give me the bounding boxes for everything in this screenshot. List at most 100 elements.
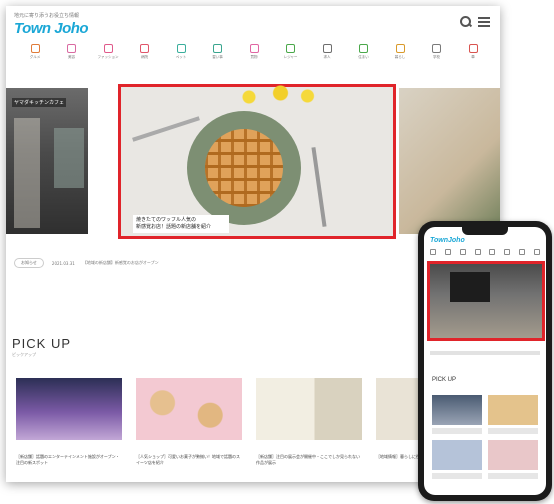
hand-icon: [395, 44, 405, 53]
category-icon[interactable]: [489, 249, 496, 255]
card-image: [432, 440, 482, 470]
mobile-pickup-title: PICK UP: [432, 377, 457, 383]
carousel-slide-right[interactable]: [399, 88, 500, 234]
pickup-card[interactable]: ［新店舗］注目の展示会が開催中・ここでしか見られない作品が展示: [256, 378, 362, 466]
category-item[interactable]: レジャー: [280, 44, 302, 60]
category-label: 買物: [250, 55, 258, 59]
slide-image-knife: [132, 116, 200, 142]
slide-image-fork: [311, 147, 327, 227]
mobile-card-list: [432, 395, 540, 479]
news-date: 2021.03.31: [51, 260, 75, 266]
header-actions: [460, 16, 490, 28]
category-item[interactable]: 病院: [134, 44, 156, 60]
phone-notch: [462, 227, 508, 235]
category-nav: グルメ 美容 ファッション 病院 ペット 習い事 買物 レジャー 求人 住まい 暮らし 学校 車: [24, 44, 484, 60]
signal-icon: [286, 44, 295, 53]
pickup-card[interactable]: ［人気ショップ］可愛いお菓子が勢揃い！地域で話題のスイーツ店を紹介: [136, 378, 242, 466]
hospital-icon: [140, 44, 149, 53]
card-text-placeholder: [432, 428, 482, 434]
category-label: グルメ: [29, 55, 41, 59]
card-image: [488, 395, 538, 425]
slide-caption-line: 焼きたてのワッフル人気の: [136, 217, 197, 223]
mobile-category-nav: [430, 249, 540, 255]
card-title: ［人気ショップ］可愛いお菓子が勢揃い！地域で話題のスイーツ店を紹介: [136, 454, 240, 465]
mobile-card[interactable]: [432, 395, 482, 434]
news-label[interactable]: お知らせ: [14, 258, 44, 268]
category-label: 暮らし: [394, 55, 406, 59]
logo-tagline: 地元に寄り添うお役立ち情報: [14, 13, 80, 19]
slide-caption: 焼きたてのワッフル人気の 新感覚お店！話題の新店舗を紹介: [133, 215, 229, 233]
house-icon: [359, 44, 368, 53]
category-item[interactable]: グルメ: [24, 44, 46, 60]
mobile-news-ticker: [430, 351, 540, 355]
car-icon: [468, 44, 478, 53]
carousel-slide-left[interactable]: ヤマダキッチンカフェ: [6, 88, 88, 234]
card-image: [16, 378, 122, 440]
card-text-placeholder: [488, 473, 538, 479]
card-text-placeholder: [432, 473, 482, 479]
pickup-card-list: ［新店舗］話題のエンターテインメント施設がオープン・注目の新スポット ［人気ショ…: [16, 378, 482, 466]
category-icon[interactable]: [459, 249, 466, 255]
share-icon: [322, 44, 332, 53]
mobile-site-mockup: TownJoho PICK UP: [418, 221, 552, 501]
card-text-placeholder: [488, 428, 538, 434]
category-icon[interactable]: [519, 249, 526, 255]
hero-image-detail: [450, 272, 490, 302]
slide-caption: ヤマダキッチンカフェ: [12, 98, 67, 107]
category-item[interactable]: 車: [462, 44, 484, 60]
category-label: ペット: [175, 55, 187, 59]
category-label: 車: [471, 55, 475, 59]
category-item[interactable]: 習い事: [207, 44, 229, 60]
composite-screenshot: 地元に寄り添うお役立ち情報 Town Joho グルメ 美容 ファッション 病院 ペット…: [0, 0, 554, 504]
site-logo[interactable]: 地元に寄り添うお役立ち情報 Town Joho: [14, 12, 89, 37]
card-image: [488, 440, 538, 470]
category-item[interactable]: 買物: [243, 44, 265, 60]
slide-image-flowers: [231, 85, 321, 105]
search-icon[interactable]: [460, 16, 472, 28]
bag-icon: [249, 44, 259, 53]
category-icon[interactable]: [474, 249, 481, 255]
category-item[interactable]: 美容: [61, 44, 83, 60]
mobile-card[interactable]: [488, 440, 538, 479]
pencil-icon: [213, 44, 222, 53]
slide-image-detail: [14, 118, 40, 228]
hero-carousel: ヤマダキッチンカフェ 焼きたてのワッフル人気の 新感覚お店！話題の新店舗を紹介: [6, 84, 500, 239]
category-label: レジャー: [283, 55, 298, 59]
category-label: 習い事: [212, 55, 223, 59]
site-header: 地元に寄り添うお役立ち情報 Town Joho: [6, 6, 500, 46]
menu-icon[interactable]: [478, 17, 490, 27]
category-item[interactable]: 住まい: [353, 44, 375, 60]
mobile-card[interactable]: [432, 440, 482, 479]
mobile-logo[interactable]: TownJoho: [430, 237, 465, 244]
category-icon[interactable]: [533, 249, 540, 255]
paw-icon: [176, 44, 186, 53]
news-ticker: お知らせ 2021.03.31 【地域の新店舗】新感覚のお店がオープン: [14, 258, 159, 268]
category-item[interactable]: ファッション: [97, 44, 119, 60]
category-icon[interactable]: [504, 249, 511, 255]
category-icon[interactable]: [430, 249, 436, 255]
card-image: [256, 378, 362, 440]
category-item[interactable]: 暮らし: [389, 44, 411, 60]
news-headline[interactable]: 【地域の新店舗】新感覚のお店がオープン: [83, 260, 159, 266]
mobile-card[interactable]: [488, 395, 538, 434]
category-item[interactable]: 求人: [316, 44, 338, 60]
category-label: 美容: [68, 55, 75, 59]
category-label: 学校: [433, 55, 440, 59]
logo-wordmark: Town Joho: [14, 20, 89, 37]
pickup-subtitle: ピックアップ: [12, 352, 36, 357]
slide-image-waffle: [205, 129, 283, 207]
pickup-card[interactable]: ［新店舗］話題のエンターテインメント施設がオープン・注目の新スポット: [16, 378, 122, 466]
mobile-hero-banner[interactable]: [427, 261, 545, 341]
tshirt-icon: [103, 44, 113, 53]
category-item[interactable]: ペット: [170, 44, 192, 60]
phone-screen: TownJoho PICK UP: [424, 227, 546, 495]
carousel-slide-active[interactable]: 焼きたてのワッフル人気の 新感覚お店！話題の新店舗を紹介: [118, 84, 396, 239]
book-icon: [432, 44, 441, 53]
card-title: ［新店舗］注目の展示会が開催中・ここでしか見られない作品が展示: [256, 454, 360, 465]
category-label: ファッション: [97, 55, 119, 59]
fork-knife-icon: [30, 44, 40, 53]
category-item[interactable]: 学校: [426, 44, 448, 60]
lipstick-icon: [67, 44, 76, 53]
category-icon[interactable]: [444, 249, 451, 255]
category-label: 住まい: [358, 55, 369, 59]
